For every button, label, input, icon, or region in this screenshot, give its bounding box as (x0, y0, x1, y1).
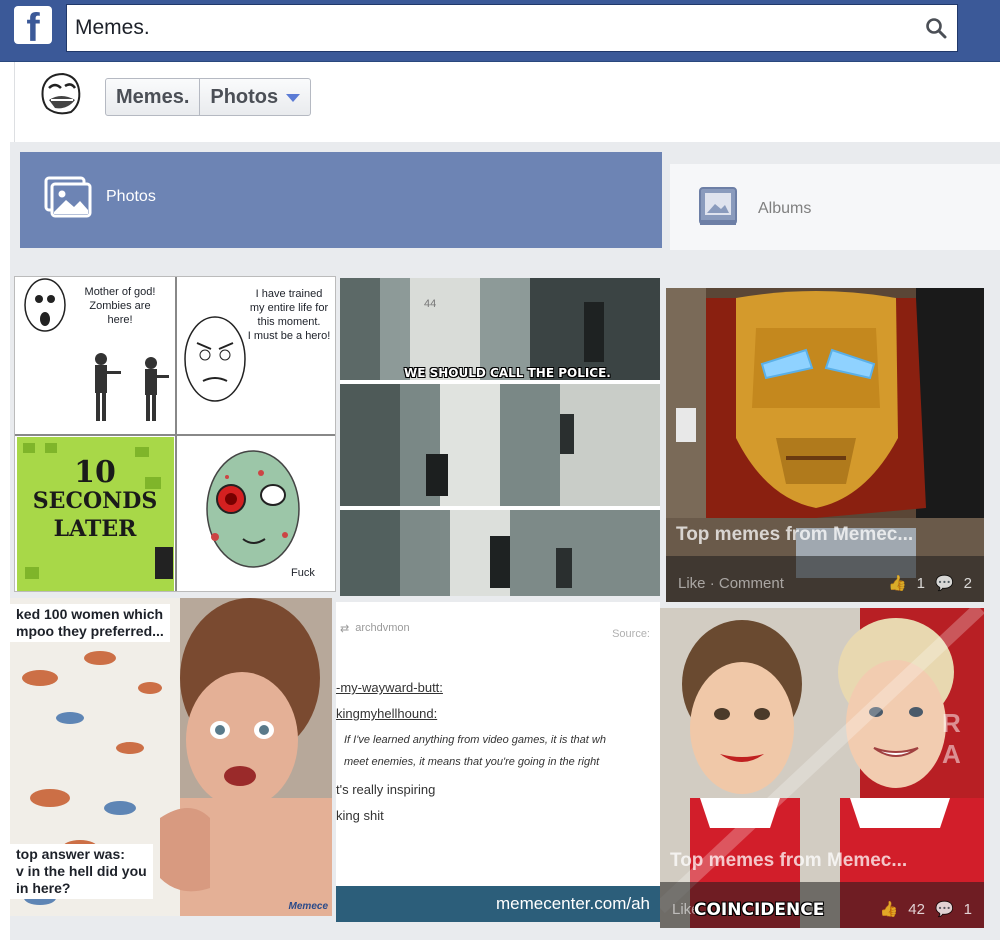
breadcrumb-page-link[interactable]: Memes. (106, 79, 199, 115)
tab-albums-label: Albums (758, 200, 812, 217)
comment-icon: 💬 (934, 575, 954, 592)
shower-bottom-line2: v in the hell did you (16, 863, 147, 879)
reblog-icon: ⇄ (340, 623, 350, 635)
zombie-panel2-text: I have trained my entire life for this m… (245, 287, 333, 343)
zombie-panel1-line2: Zombies are here! (89, 300, 151, 326)
tumblr-line1: -my-wayward-butt: (336, 680, 443, 695)
police-subtitle: WE SHOULD CALL THE POLICE. (404, 366, 611, 380)
ironman-likes-count: 1 (916, 574, 925, 592)
ironman-comments-count: 2 (963, 574, 972, 592)
ten-seconds-word: SECONDS (32, 488, 158, 514)
ten-seconds-later: LATER (53, 516, 137, 542)
chevron-down-icon (286, 94, 301, 102)
ironman-like-link[interactable]: Like · Comment (678, 575, 784, 592)
ironman-caption-bar: Top memes from Memec... Like · Comment 👍… (666, 524, 984, 602)
tumblr-line4: king shit (336, 808, 384, 823)
photo-grid: Mother of god! Zombies are here! I have … (10, 262, 1000, 940)
zombie-panel2-line1: I have trained (255, 288, 323, 300)
coincidence-caption-bar: Top memes from Memec... Like COINCIDENCE… (660, 850, 984, 928)
photo-tabs: Photos Albums (10, 142, 1000, 262)
tumblr-line3: t's really inspiring (336, 782, 436, 797)
facebook-logo[interactable]: f (14, 6, 52, 44)
shower-bottom-line1: top answer was: (16, 846, 125, 862)
ten-seconds-number: 10 (74, 455, 116, 490)
tab-photos[interactable]: Photos (20, 152, 662, 248)
tumblr-footer-url: memecenter.com/ah (495, 894, 650, 913)
breadcrumb: Memes. Photos (105, 78, 312, 116)
breadcrumb-section-dropdown[interactable]: Photos (199, 79, 310, 115)
photo-tumblr[interactable]: ⇄ archdvmon Source: -my-wayward-butt: ki… (336, 602, 660, 922)
tumblr-header: ⇄ archdvmon (340, 622, 410, 635)
ironman-stats: 👍 1 💬 2 (887, 574, 972, 593)
photo-coincidence[interactable]: R A Top memes from Memec... Like COINCID… (660, 608, 984, 928)
shower-top-line2: mpoo they preferred... (16, 623, 164, 639)
zombie-panel2-line4: I must be a hero! (247, 330, 331, 342)
shower-top-line1: ked 100 women which (16, 606, 164, 622)
tumblr-quote1: If I've learned anything from video game… (344, 734, 606, 746)
ironman-image (666, 288, 984, 602)
photo-ironman[interactable]: Top memes from Memec... Like · Comment 👍… (666, 288, 984, 602)
police-gif-image (340, 278, 660, 596)
tab-albums[interactable]: Albums (670, 164, 1000, 250)
zombie-panel1-text: Mother of god! Zombies are here! (79, 285, 161, 327)
zombie-panel1-line1: Mother of god! (84, 286, 156, 298)
photo-shower[interactable]: ked 100 women which mpoo they preferred.… (10, 598, 332, 916)
tumblr-line2: kingmyhellhound: (336, 706, 438, 721)
breadcrumb-page-label: Memes. (116, 86, 190, 108)
photo-zombie-comic[interactable]: Mother of god! Zombies are here! I have … (14, 276, 336, 592)
breadcrumb-section-label: Photos (210, 86, 279, 108)
coincidence-bg-text: R A (942, 708, 961, 769)
shower-top-caption: ked 100 women which mpoo they preferred.… (10, 604, 170, 642)
shower-bottom-line3: in here? (16, 880, 71, 896)
page-header: Memes. Photos (14, 62, 1000, 142)
coincidence-caption-title: Top memes from Memec... (670, 850, 908, 871)
ten-seconds-later-text: 10 SECONDS LATER (25, 455, 165, 543)
ironman-comment-label: Comment (718, 575, 784, 592)
search-icon[interactable] (925, 17, 947, 39)
zombie-panel2-line3: this moment. (257, 316, 321, 328)
shower-bottom-caption: top answer was: v in the hell did you in… (10, 844, 153, 899)
coincidence-image (660, 608, 984, 928)
tumblr-quote2: meet enemies, it means that you're going… (344, 756, 600, 768)
thumbs-up-icon: 👍 (887, 575, 907, 592)
coincidence-likes-count: 42 (908, 900, 925, 918)
shower-watermark: Memece (288, 901, 328, 912)
thumbs-up-icon: 👍 (879, 901, 899, 918)
coincidence-comments-count: 1 (963, 900, 972, 918)
tumblr-user: archdvmon (355, 622, 410, 634)
page-avatar[interactable] (37, 68, 87, 118)
zombie-panel2-line2: my entire life for (249, 302, 329, 314)
tumblr-source: Source: (612, 628, 650, 640)
comment-icon: 💬 (934, 901, 954, 918)
search-box[interactable] (66, 4, 958, 52)
tumblr-footer: memecenter.com/ah (336, 886, 660, 922)
zombie-panel4-text: Fuck (291, 567, 315, 579)
top-bar: f (0, 0, 1000, 62)
coincidence-label: COINCIDENCE (694, 900, 825, 920)
ironman-like-label: Like (678, 575, 706, 592)
search-input[interactable] (75, 11, 915, 45)
photos-icon (44, 176, 92, 218)
photo-police-gif[interactable]: WE SHOULD CALL THE POLICE. 44 (340, 278, 660, 596)
coincidence-stats: 👍 42 💬 1 (879, 900, 972, 919)
ironman-caption-title: Top memes from Memec... (676, 524, 914, 545)
police-floor-number: 44 (424, 298, 437, 310)
tab-photos-label: Photos (106, 188, 156, 205)
albums-icon (699, 187, 737, 225)
